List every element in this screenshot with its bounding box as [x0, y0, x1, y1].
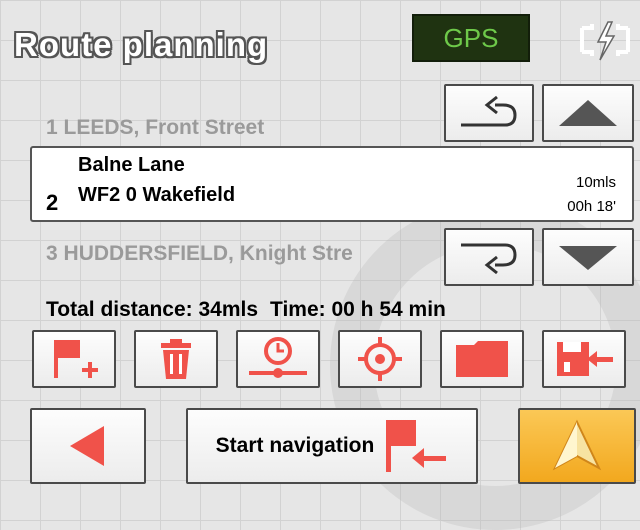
power-plug-icon[interactable] — [572, 18, 638, 62]
down-arrow-icon — [559, 246, 617, 270]
load-route-button[interactable] — [440, 330, 524, 388]
stop-time: 00h 18' — [567, 198, 616, 215]
route-stop-1[interactable]: 1 LEEDS, Front Street — [46, 116, 264, 140]
navigation-arrow-icon — [552, 419, 602, 471]
trash-icon — [161, 339, 191, 379]
return-left-icon — [461, 95, 517, 127]
stop-index: 1 — [46, 116, 58, 139]
route-profile-button[interactable] — [236, 330, 320, 388]
stop-street: Balne Lane — [78, 154, 185, 176]
add-destination-button[interactable] — [32, 330, 116, 388]
navigation-button[interactable] — [518, 408, 636, 484]
start-navigation-button[interactable]: Start navigation — [186, 408, 478, 484]
up-arrow-icon — [559, 100, 617, 126]
route-stop-2-selected[interactable]: 2 Balne Lane WF2 0 Wakefield 10mls 00h 1… — [30, 146, 634, 222]
save-route-icon — [557, 342, 613, 376]
start-navigation-label: Start navigation — [215, 434, 375, 457]
stop-label: LEEDS, Front Street — [63, 116, 265, 139]
crosshair-icon — [358, 337, 402, 381]
flag-arrow-icon — [386, 420, 447, 472]
return-right-icon — [461, 243, 517, 275]
delete-button[interactable] — [134, 330, 218, 388]
save-route-button[interactable] — [542, 330, 626, 388]
stop-label: HUDDERSFIELD, Knight Stre — [63, 242, 353, 265]
total-time: Time: 00 h 54 min — [270, 298, 446, 321]
stop-distance: 10mls — [575, 174, 616, 191]
route-summary: Total distance: 34mls Time: 00 h 54 min — [46, 298, 458, 322]
route-time-icon — [249, 337, 307, 378]
folder-icon — [456, 341, 508, 377]
route-stop-3[interactable]: 3 HUDDERSFIELD, Knight Stre — [46, 242, 438, 266]
return-left-button[interactable] — [444, 84, 534, 142]
stop-index: 2 — [46, 190, 59, 215]
return-right-button[interactable] — [444, 228, 534, 286]
stop-city: WF2 0 Wakefield — [78, 184, 236, 206]
back-arrow-icon — [70, 426, 104, 466]
move-down-button[interactable] — [542, 228, 634, 286]
flag-add-icon — [54, 340, 98, 378]
back-button[interactable] — [30, 408, 146, 484]
stop-index: 3 — [46, 242, 58, 265]
gps-status-button[interactable]: GPS — [412, 14, 530, 62]
current-position-button[interactable] — [338, 330, 422, 388]
move-up-button[interactable] — [542, 84, 634, 142]
page-title: Route planning — [14, 26, 269, 63]
total-distance: Total distance: 34mls — [46, 298, 259, 321]
bottom-bar: Start navigation — [0, 408, 640, 484]
